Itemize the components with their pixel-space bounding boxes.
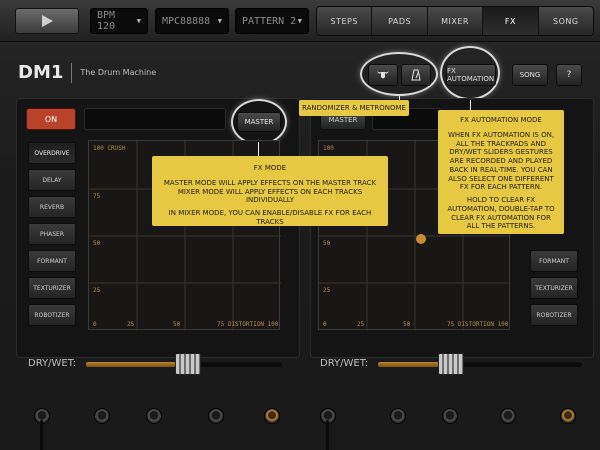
fx-mode-tooltip-title: FX MODE [253,164,287,172]
right-drywet-slider[interactable] [378,362,582,367]
right-drywet-thumb[interactable] [438,353,464,375]
fx-delay[interactable]: DELAY [28,169,76,191]
pad-y-tick: 50 [93,240,101,247]
fx-mode-tooltip: FX MODE MASTER MODE WILL APPLY EFFECTS O… [152,156,388,226]
left-drywet-label: DRY/WET: [28,358,77,369]
pad-origin: 0 [93,321,97,328]
left-drywet-fill [86,362,188,367]
tab-song[interactable]: SONG [538,7,593,35]
play-icon [42,15,53,27]
left-drywet-thumb[interactable] [175,353,201,375]
pad-y-tick: 25 [93,287,101,294]
app-logo: DM1 [18,62,64,83]
bpm-display[interactable]: BPM 120 ▼ [90,8,148,34]
fx-reverb[interactable]: REVERB [28,196,76,218]
left-fx-list: OVERDRIVE DELAY REVERB PHASER FORMANT TE… [28,142,76,331]
cable [40,420,43,450]
dropdown-arrow-icon: ▼ [297,17,302,25]
fx-mode-tooltip-line: MIXER MODE WILL APPLY EFFECTS ON EACH TR… [177,187,363,205]
fx-phaser[interactable]: PHASER [28,223,76,245]
app-subtitle: The Drum Machine [80,68,157,77]
fx-formant[interactable]: FORMANT [28,250,76,272]
dm1-fx-screen: BPM 120 ▼ MPC88888 ▼ PATTERN 2 ▼ STEPS P… [0,0,600,450]
tooltip-connector [470,100,471,110]
brand-divider [71,62,73,83]
jack-knob-active[interactable] [264,408,280,424]
master-mode-button[interactable]: MASTER [237,112,281,132]
jack-knob[interactable] [442,408,458,424]
pad-y-tick: 75 [93,193,101,200]
top-bar: BPM 120 ▼ MPC88888 ▼ PATTERN 2 ▼ STEPS P… [0,0,600,42]
tab-mixer[interactable]: MIXER [427,7,484,35]
pad-x-tick: 50 [403,321,411,328]
fx-automation-button[interactable]: FX AUTOMATION [446,64,496,86]
fx-on-button[interactable]: ON [26,108,76,130]
fx-automation-tooltip-text: WHEN FX AUTOMATION IS ON, ALL THE TRACKP… [447,130,555,192]
jack-knob[interactable] [208,408,224,424]
pad-x-title: 75 DISTORTION 100 [217,321,279,328]
pad-y-title: 100 CRUSH [93,145,126,152]
fx-overdrive[interactable]: OVERDRIVE [28,142,76,164]
mpc-value: MPC88888 [162,15,211,27]
help-button[interactable]: ? [556,64,582,86]
jack-knob[interactable] [146,408,162,424]
tab-fx[interactable]: FX [483,7,539,35]
jack-knob-active[interactable] [560,408,576,424]
fx-mode-tooltip-line: IN MIXER MODE, YOU CAN ENABLE/DISABLE FX… [168,209,372,226]
bull-icon [377,71,389,79]
pad-x-tick: 25 [127,321,135,328]
dropdown-arrow-icon: ▼ [136,17,141,25]
jack-knob[interactable] [94,408,110,424]
fx-texturizer[interactable]: TEXTURIZER [28,277,76,299]
fx-robotizer[interactable]: ROBOTIZER [28,304,76,326]
bpm-value: BPM 120 [97,10,116,32]
right-fx-list: FORMANT TEXTURIZER ROBOTIZER [530,250,578,331]
fx-mode-tooltip-line: MASTER MODE WILL APPLY EFFECTS ON THE MA… [163,178,377,187]
main-tabs: STEPS PADS MIXER FX SONG [316,6,594,36]
jack-knob[interactable] [500,408,516,424]
right-drywet-label: DRY/WET: [320,358,369,369]
dropdown-arrow-icon: ▼ [217,17,222,25]
pattern-display[interactable]: PATTERN 2 ▼ [235,8,309,34]
fx-automation-tooltip-title: FX AUTOMATION MODE [460,116,542,124]
jack-knob[interactable] [390,408,406,424]
randomizer-button[interactable] [368,64,398,86]
pad-origin: 0 [323,321,327,328]
left-display-strip [84,108,226,130]
pad-x-tick: 25 [357,321,365,328]
pad-y-title: 100 [323,145,334,152]
fx-formant[interactable]: FORMANT [530,250,578,272]
fx-automation-tooltip-text: HOLD TO CLEAR FX AUTOMATION, DOUBLE-TAP … [447,196,555,231]
metronome-icon [411,69,421,81]
randomizer-tooltip: RANDOMIZER & METRONOME [299,100,409,116]
fx-texturizer[interactable]: TEXTURIZER [530,277,578,299]
pad-y-tick: 50 [323,240,331,247]
pad-x-title: 75 DISTORTION 100 [447,321,509,328]
fx-robotizer[interactable]: ROBOTIZER [530,304,578,326]
song-button[interactable]: SONG [512,64,548,86]
pattern-value: PATTERN 2 [242,15,297,27]
mpc-display[interactable]: MPC88888 ▼ [155,8,229,34]
trackpad-cursor [416,234,426,244]
cable [326,420,329,450]
pad-x-tick: 50 [173,321,181,328]
tab-steps[interactable]: STEPS [317,7,373,35]
metronome-button[interactable] [401,64,431,86]
fx-automation-tooltip: FX AUTOMATION MODE WHEN FX AUTOMATION IS… [438,110,564,234]
pad-y-tick: 25 [323,287,331,294]
brand: DM1 The Drum Machine [18,62,156,83]
tab-pads[interactable]: PADS [372,7,428,35]
play-button[interactable] [15,8,79,34]
